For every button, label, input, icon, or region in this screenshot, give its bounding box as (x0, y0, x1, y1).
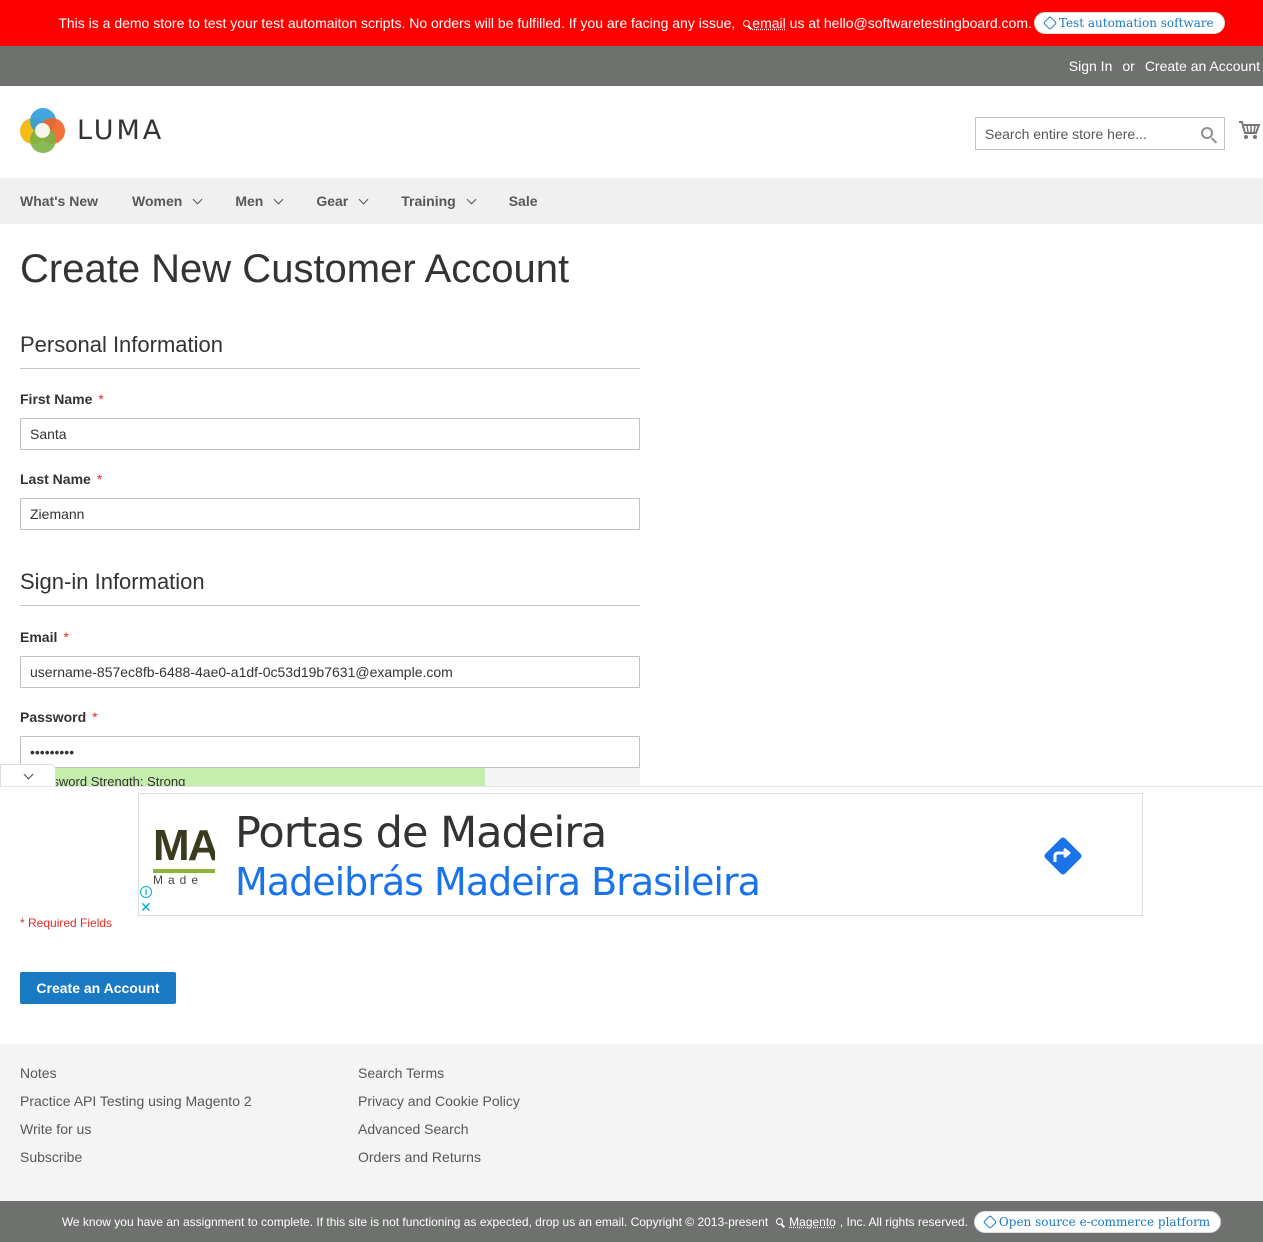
first-name-field[interactable] (20, 418, 640, 450)
signin-info-legend: Sign-in Information (20, 569, 640, 606)
footer-link-practice-api[interactable]: Practice API Testing using Magento 2 (20, 1092, 252, 1111)
email-field[interactable] (20, 656, 640, 688)
footer-link-write-for-us[interactable]: Write for us (20, 1120, 252, 1139)
header-main: LUMA (0, 86, 1263, 178)
search-box (975, 117, 1225, 150)
search-icon (743, 19, 751, 27)
footer-link-search-terms[interactable]: Search Terms (358, 1064, 520, 1083)
demo-notice-text: This is a demo store to test your test a… (58, 15, 736, 31)
chevron-down-icon (192, 194, 203, 204)
search-input[interactable] (976, 118, 1224, 149)
required-marker: * (92, 709, 98, 725)
nav-item-gear[interactable]: Gear (316, 193, 369, 209)
ad-logo-text: MA (153, 824, 215, 870)
password-field[interactable] (20, 736, 640, 768)
tag-icon (982, 1214, 997, 1229)
nav-label: Men (235, 193, 264, 209)
copyright-text-after: , Inc. All rights reserved. (839, 1214, 968, 1229)
nav-label: What's New (20, 193, 99, 209)
directions-icon[interactable] (1039, 832, 1087, 880)
pill-label: Open source e-commerce platform (998, 1214, 1211, 1229)
sign-in-link[interactable]: Sign In (1069, 58, 1113, 74)
chevron-down-icon (466, 194, 477, 204)
nav-item-women[interactable]: Women (132, 193, 203, 209)
cart-icon[interactable] (1238, 120, 1260, 140)
required-marker: * (63, 629, 69, 645)
ad-banner[interactable]: MA Made Portas de Madeira Madeibrás Made… (138, 793, 1143, 916)
pill-label: Test automation software (1058, 16, 1214, 30)
header-links: Sign In or Create an Account (0, 46, 1263, 86)
ad-logo-sub: Made (153, 873, 204, 887)
search-icon[interactable] (1201, 127, 1213, 139)
luma-logo[interactable]: LUMA (20, 108, 164, 153)
chevron-down-icon (273, 194, 284, 204)
nav-item-men[interactable]: Men (235, 193, 284, 209)
magento-link[interactable]: Magento (789, 1215, 836, 1229)
last-name-label: Last Name * (20, 471, 103, 487)
create-account-button[interactable]: Create an Account (20, 972, 176, 1004)
footer-link-privacy[interactable]: Privacy and Cookie Policy (358, 1092, 520, 1111)
search-icon (776, 1218, 784, 1225)
copyright-bar: We know you have an assignment to comple… (0, 1201, 1263, 1242)
footer-col-1: Notes Practice API Testing using Magento… (20, 1064, 252, 1167)
open-source-pill[interactable]: Open source e-commerce platform (973, 1210, 1222, 1233)
required-marker: * (96, 471, 103, 487)
copyright-text: We know you have an assignment to comple… (61, 1214, 769, 1229)
password-label: Password * (20, 709, 98, 725)
password-strength-meter: Password Strength: Strong (20, 768, 640, 786)
footer-link-advanced-search[interactable]: Advanced Search (358, 1120, 520, 1139)
footer-link-notes[interactable]: Notes (20, 1064, 252, 1083)
demo-notice-email: us at hello@softwaretestingboard.com. (789, 15, 1032, 31)
footer: Notes Practice API Testing using Magento… (0, 1044, 1263, 1201)
footer-col-2: Search Terms Privacy and Cookie Policy A… (358, 1064, 520, 1167)
ad-headline[interactable]: Portas de Madeira (235, 808, 607, 858)
nav-label: Gear (316, 193, 349, 209)
nav-item-training[interactable]: Training (401, 193, 477, 209)
page-title: Create New Customer Account (20, 247, 570, 291)
ad-subline[interactable]: Madeibrás Madeira Brasileira (235, 860, 761, 904)
required-fields-note: * Required Fields (20, 916, 113, 930)
ad-collapse-button[interactable] (0, 764, 56, 788)
email-link[interactable]: email (752, 15, 785, 31)
last-name-field[interactable] (20, 498, 640, 530)
or-text: or (1122, 58, 1135, 74)
nav-label: Training (401, 193, 456, 209)
email-label: Email * (20, 629, 69, 645)
close-icon[interactable]: ✕ (140, 900, 152, 914)
luma-logo-icon (20, 108, 65, 153)
nav-item-sale[interactable]: Sale (509, 193, 538, 209)
personal-info-legend: Personal Information (20, 332, 640, 369)
footer-link-orders-returns[interactable]: Orders and Returns (358, 1148, 520, 1167)
main-nav: What's New Women Men Gear Training Sale (0, 178, 1263, 224)
required-marker: * (98, 391, 104, 407)
logo-text: LUMA (77, 115, 165, 146)
create-account-link[interactable]: Create an Account (1145, 58, 1260, 74)
info-icon[interactable]: i (140, 886, 152, 898)
chevron-down-icon (23, 769, 34, 780)
chevron-down-icon (358, 194, 369, 204)
demo-notice-bar: This is a demo store to test your test a… (0, 0, 1263, 46)
nav-label: Sale (508, 193, 538, 209)
first-name-label: First Name * (20, 391, 104, 407)
footer-link-subscribe[interactable]: Subscribe (20, 1148, 252, 1167)
ad-logo: MA Made (153, 824, 215, 890)
nav-item-whats-new[interactable]: What's New (20, 193, 98, 209)
test-automation-pill[interactable]: Test automation software (1033, 12, 1225, 34)
tag-icon (1042, 15, 1057, 31)
nav-label: Women (132, 193, 183, 209)
